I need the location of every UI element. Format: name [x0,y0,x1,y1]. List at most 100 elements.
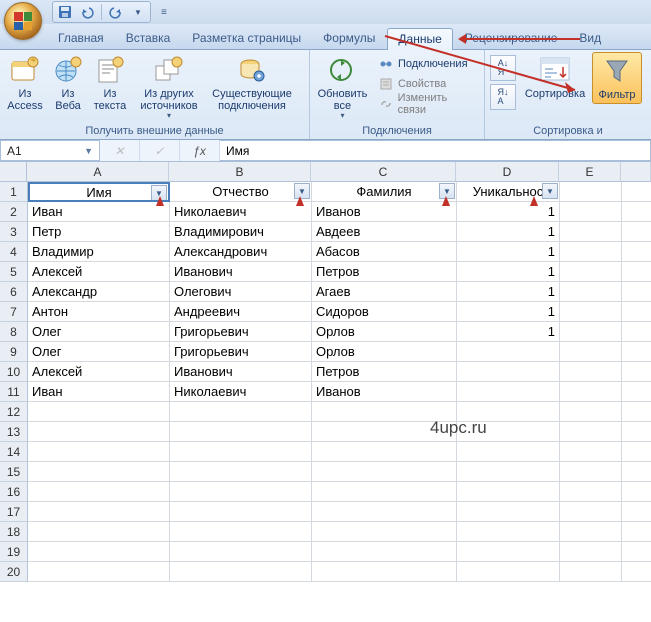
cell[interactable]: Фамилия▼ [312,182,457,202]
cell[interactable] [622,522,651,542]
row-header[interactable]: 12 [0,402,28,422]
cell[interactable]: Олег [28,322,170,342]
cell[interactable] [312,542,457,562]
cell[interactable]: Григорьевич [170,322,312,342]
cell[interactable] [457,342,560,362]
column-header-e[interactable]: E [559,162,621,182]
formula-bar[interactable]: Имя [220,140,651,161]
cell[interactable] [28,422,170,442]
cell[interactable]: Олег [28,342,170,362]
cell[interactable] [457,482,560,502]
cell[interactable] [622,242,651,262]
cell[interactable] [28,502,170,522]
cell[interactable] [312,502,457,522]
cell[interactable] [28,562,170,582]
cell[interactable] [622,382,651,402]
cell[interactable] [28,542,170,562]
cell[interactable]: Отчество▼ [170,182,312,202]
cell[interactable]: Петр [28,222,170,242]
cell[interactable] [457,442,560,462]
cell[interactable]: Алексей [28,362,170,382]
cell[interactable]: Имя▼ [28,182,170,202]
cell[interactable] [560,402,622,422]
cell[interactable]: Уникальнос▼ [457,182,560,202]
cell[interactable] [560,242,622,262]
cell[interactable] [622,462,651,482]
cell[interactable]: 1 [457,302,560,322]
cell[interactable] [622,542,651,562]
cell[interactable] [622,362,651,382]
column-header-d[interactable]: D [456,162,559,182]
cell[interactable]: Иван [28,202,170,222]
sort-asc-button[interactable]: А↓Я [490,55,516,81]
filter-button[interactable]: Фильтр [592,52,642,104]
sort-button[interactable]: Сортировка [520,52,590,102]
cell[interactable]: Петров [312,262,457,282]
cell[interactable] [312,522,457,542]
cell[interactable]: Григорьевич [170,342,312,362]
cell[interactable]: 1 [457,262,560,282]
cell[interactable] [457,562,560,582]
cell[interactable]: Иван [28,382,170,402]
cell[interactable] [622,482,651,502]
cell[interactable] [622,442,651,462]
cell[interactable]: 1 [457,322,560,342]
cell[interactable] [560,322,622,342]
cell[interactable]: Владимир [28,242,170,262]
tab-data[interactable]: Данные [387,28,452,50]
connections-button[interactable]: Подключения [374,54,481,74]
cell[interactable]: Андреевич [170,302,312,322]
row-header[interactable]: 16 [0,482,28,502]
cell[interactable]: Сидоров [312,302,457,322]
cell[interactable]: 1 [457,222,560,242]
cell[interactable] [560,502,622,522]
row-header[interactable]: 2 [0,202,28,222]
column-header-c[interactable]: C [311,162,456,182]
qat-dropdown-icon[interactable]: ▼ [130,4,146,20]
cell[interactable] [312,562,457,582]
cell[interactable] [622,342,651,362]
cell[interactable]: Антон [28,302,170,322]
existing-connections-button[interactable]: Существующие подключения [207,52,297,114]
cell[interactable] [622,562,651,582]
row-header[interactable]: 13 [0,422,28,442]
cell[interactable]: Александрович [170,242,312,262]
cell[interactable] [312,442,457,462]
from-access-button[interactable]: Из Access [3,52,47,114]
cell[interactable] [560,442,622,462]
cell[interactable]: Орлов [312,322,457,342]
cell[interactable]: Орлов [312,342,457,362]
from-other-button[interactable]: Из других источников ▾ [133,52,205,123]
cell[interactable] [560,342,622,362]
cell[interactable] [170,442,312,462]
row-header[interactable]: 5 [0,262,28,282]
cell[interactable] [457,502,560,522]
cell[interactable]: Олегович [170,282,312,302]
cell[interactable]: 1 [457,242,560,262]
row-header[interactable]: 8 [0,322,28,342]
cell[interactable] [560,222,622,242]
office-button[interactable] [4,2,42,40]
tab-home[interactable]: Главная [48,28,114,49]
cell[interactable] [312,462,457,482]
cell[interactable]: Иванов [312,382,457,402]
worksheet[interactable]: ABCDE 1234567891011121314151617181920 Им… [0,162,651,582]
row-header[interactable]: 11 [0,382,28,402]
row-header[interactable]: 19 [0,542,28,562]
cell[interactable] [622,322,651,342]
cell[interactable] [622,282,651,302]
cell[interactable] [457,382,560,402]
cell[interactable] [560,482,622,502]
row-header[interactable]: 3 [0,222,28,242]
tab-formulas[interactable]: Формулы [313,28,385,49]
row-header[interactable]: 17 [0,502,28,522]
undo-icon[interactable] [79,4,95,20]
cell[interactable]: Владимирович [170,222,312,242]
cell[interactable] [622,302,651,322]
tab-insert[interactable]: Вставка [116,28,181,49]
cell[interactable]: Агаев [312,282,457,302]
row-header[interactable]: 14 [0,442,28,462]
namebox-dropdown-icon[interactable]: ▼ [84,146,93,156]
cell[interactable] [28,462,170,482]
filter-dropdown-icon[interactable]: ▼ [542,183,558,199]
